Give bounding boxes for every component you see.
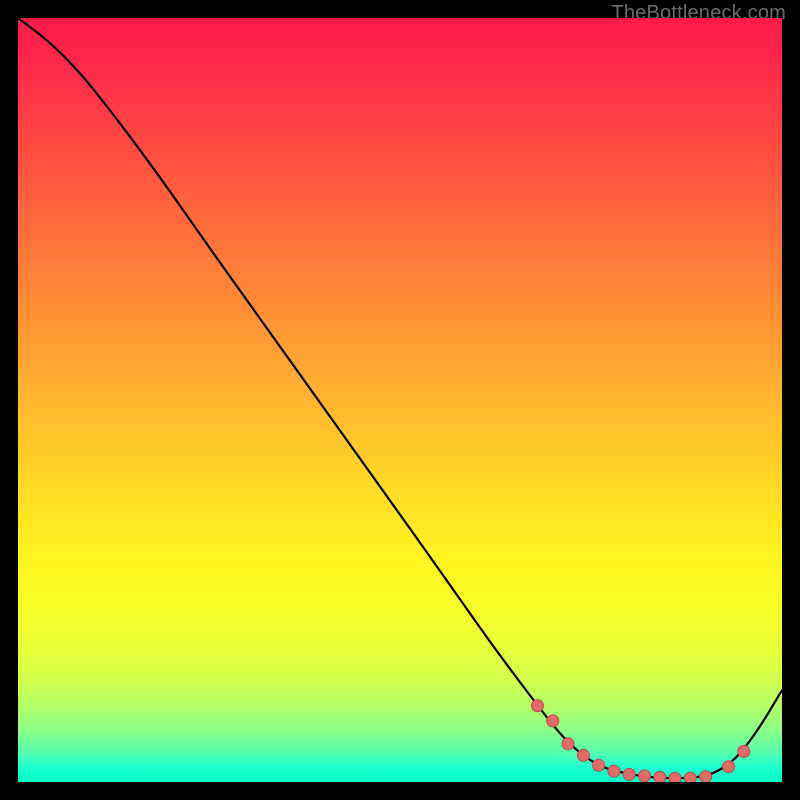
highlight-dot (669, 772, 681, 782)
highlight-dot (700, 771, 712, 782)
highlight-dot (608, 765, 620, 777)
highlight-dots-group (532, 700, 750, 782)
highlight-dot (577, 749, 589, 761)
plot-area (18, 18, 782, 782)
chart-frame: TheBottleneck.com (0, 0, 800, 800)
highlight-dot (684, 772, 696, 782)
highlight-dot (547, 715, 559, 727)
highlight-dot (639, 770, 651, 782)
highlight-dot (623, 768, 635, 780)
bottleneck-curve-svg (18, 18, 782, 782)
highlight-dot (593, 759, 605, 771)
highlight-dot (654, 771, 666, 782)
highlight-dot (532, 700, 544, 712)
bottleneck-curve-path (18, 18, 782, 778)
highlight-dot (723, 761, 735, 773)
highlight-dot (738, 745, 750, 757)
highlight-dot (562, 738, 574, 750)
